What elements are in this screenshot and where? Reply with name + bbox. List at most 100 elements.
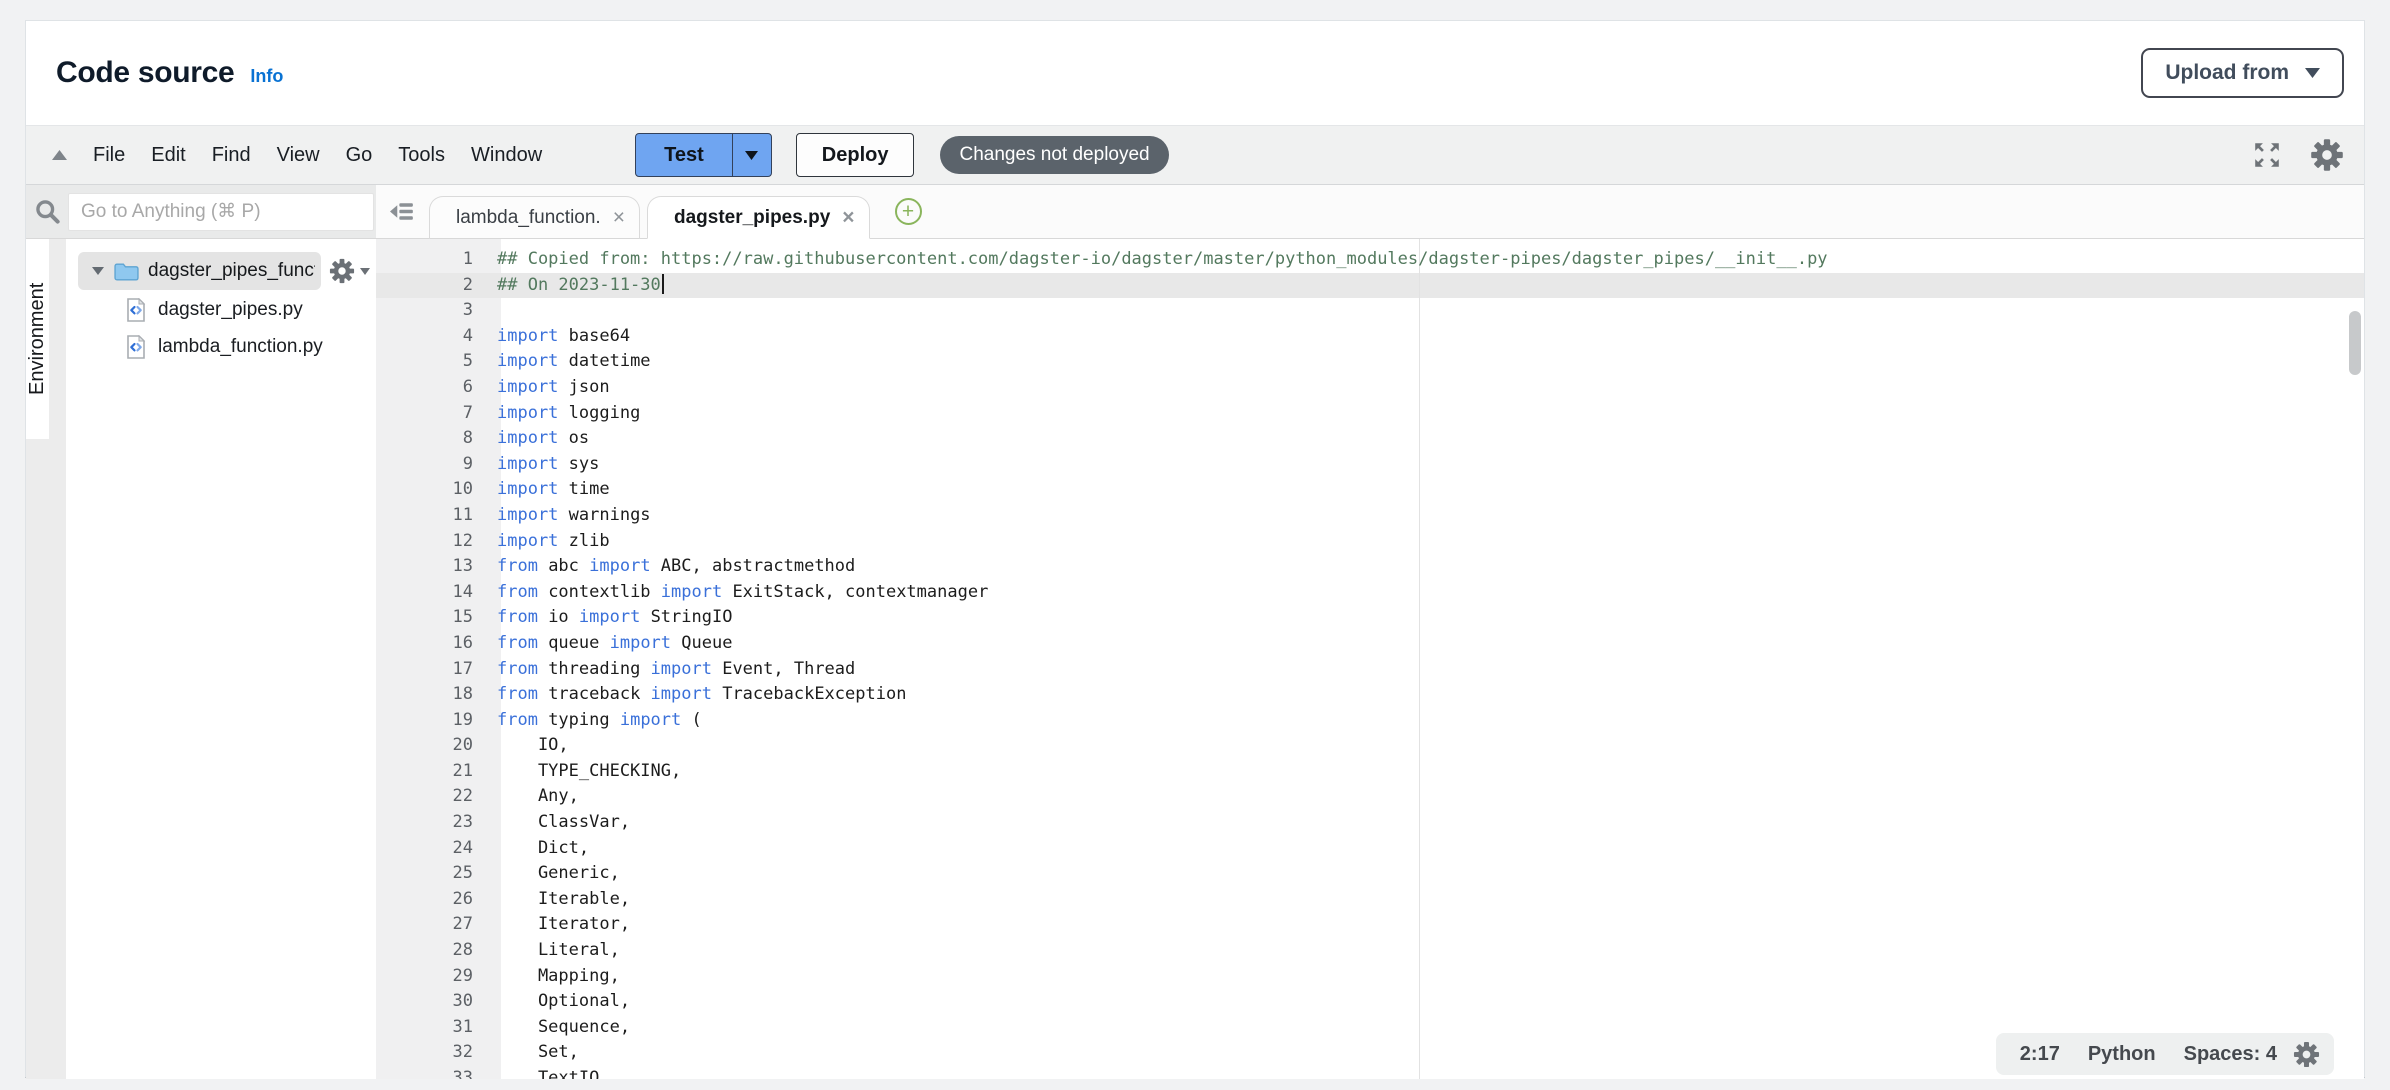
code-line[interactable]: 5import datetime bbox=[376, 349, 2364, 375]
code-line[interactable]: 23 ClassVar, bbox=[376, 810, 2364, 836]
vertical-scrollbar-thumb[interactable] bbox=[2349, 311, 2361, 375]
tree-file-lambda_function.py[interactable]: lambda_function.py bbox=[66, 328, 376, 365]
code-line[interactable]: 9import sys bbox=[376, 452, 2364, 478]
deploy-button-label: Deploy bbox=[822, 144, 889, 167]
collapse-up-icon bbox=[52, 150, 67, 160]
code-line[interactable]: 12import zlib bbox=[376, 529, 2364, 555]
code-line[interactable]: 15from io import StringIO bbox=[376, 605, 2364, 631]
code-line[interactable]: 3 bbox=[376, 298, 2364, 324]
code-line[interactable]: 1## Copied from: https://raw.githubuserc… bbox=[376, 247, 2364, 273]
cursor-position-status[interactable]: 2:17 bbox=[2006, 1043, 2074, 1066]
folder-disclosure-icon[interactable] bbox=[86, 267, 110, 275]
line-number: 5 bbox=[376, 349, 487, 375]
code-line[interactable]: 18from traceback import TracebackExcepti… bbox=[376, 682, 2364, 708]
tab-close-icon[interactable]: × bbox=[842, 207, 854, 228]
line-content: import logging bbox=[487, 401, 640, 427]
code-line[interactable]: 14from contextlib import ExitStack, cont… bbox=[376, 580, 2364, 606]
new-tab-button[interactable]: + bbox=[895, 198, 922, 225]
code-line[interactable]: 10import time bbox=[376, 477, 2364, 503]
settings-gear-icon[interactable] bbox=[2310, 138, 2344, 172]
line-number: 7 bbox=[376, 401, 487, 427]
line-content: import os bbox=[487, 426, 589, 452]
line-content: ## On 2023-11-30 bbox=[487, 273, 664, 299]
menu-go[interactable]: Go bbox=[333, 144, 386, 167]
line-number: 8 bbox=[376, 426, 487, 452]
code-line[interactable]: 7import logging bbox=[376, 401, 2364, 427]
tab-environment[interactable]: Environment bbox=[26, 239, 49, 439]
line-number: 13 bbox=[376, 554, 487, 580]
line-content: from io import StringIO bbox=[487, 605, 732, 631]
editor-tab-dagster_pipes.py[interactable]: dagster_pipes.py× bbox=[647, 196, 870, 239]
code-line[interactable]: 29 Mapping, bbox=[376, 964, 2364, 990]
menu-tools[interactable]: Tools bbox=[385, 144, 458, 167]
deploy-button[interactable]: Deploy bbox=[796, 133, 915, 177]
line-number: 25 bbox=[376, 861, 487, 887]
language-mode-status[interactable]: Python bbox=[2074, 1043, 2170, 1066]
code-line[interactable]: 22 Any, bbox=[376, 784, 2364, 810]
line-number: 19 bbox=[376, 708, 487, 734]
line-content: TYPE_CHECKING, bbox=[487, 759, 681, 785]
line-number: 16 bbox=[376, 631, 487, 657]
code-line[interactable]: 24 Dict, bbox=[376, 836, 2364, 862]
info-link[interactable]: Info bbox=[250, 66, 283, 87]
tree-folder-selected[interactable]: dagster_pipes_funct bbox=[78, 252, 321, 290]
search-strip bbox=[26, 185, 376, 239]
collapse-panel-button[interactable] bbox=[38, 150, 80, 160]
page-title: Code source bbox=[56, 56, 234, 90]
line-number: 29 bbox=[376, 964, 487, 990]
menu-view[interactable]: View bbox=[264, 144, 333, 167]
code-line[interactable]: 13from abc import ABC, abstractmethod bbox=[376, 554, 2364, 580]
line-content: Mapping, bbox=[487, 964, 620, 990]
folder-icon bbox=[110, 262, 142, 281]
code-line[interactable]: 25 Generic, bbox=[376, 861, 2364, 887]
line-number: 3 bbox=[376, 298, 487, 324]
tree-file-dagster_pipes.py[interactable]: dagster_pipes.py bbox=[66, 291, 376, 328]
line-content: import time bbox=[487, 477, 610, 503]
goto-anything-input[interactable] bbox=[68, 193, 374, 231]
upload-from-button[interactable]: Upload from bbox=[2141, 48, 2344, 98]
menu-find[interactable]: Find bbox=[199, 144, 264, 167]
code-lines: 1## Copied from: https://raw.githubuserc… bbox=[376, 239, 2364, 1079]
line-content: Iterable, bbox=[487, 887, 630, 913]
code-line[interactable]: 2## On 2023-11-30 bbox=[376, 273, 2364, 299]
code-line[interactable]: 19from typing import ( bbox=[376, 708, 2364, 734]
line-content: import datetime bbox=[487, 349, 651, 375]
tab-list-icon[interactable] bbox=[390, 200, 417, 223]
tree-folder-row[interactable]: dagster_pipes_funct bbox=[66, 251, 376, 291]
line-content: from contextlib import ExitStack, contex… bbox=[487, 580, 988, 606]
editor-tab-lambda_function[interactable]: lambda_function.× bbox=[429, 196, 640, 239]
code-line[interactable]: 20 IO, bbox=[376, 733, 2364, 759]
text-cursor bbox=[662, 274, 664, 294]
code-line[interactable]: 21 TYPE_CHECKING, bbox=[376, 759, 2364, 785]
menu-edit[interactable]: Edit bbox=[138, 144, 198, 167]
code-editor[interactable]: 1## Copied from: https://raw.githubuserc… bbox=[376, 239, 2364, 1079]
code-line[interactable]: 30 Optional, bbox=[376, 989, 2364, 1015]
code-line[interactable]: 27 Iterator, bbox=[376, 912, 2364, 938]
line-number: 32 bbox=[376, 1040, 487, 1066]
line-number: 23 bbox=[376, 810, 487, 836]
folder-settings-gear-icon[interactable] bbox=[329, 258, 370, 284]
test-button[interactable]: Test bbox=[635, 133, 772, 177]
code-line[interactable]: 6import json bbox=[376, 375, 2364, 401]
code-line[interactable]: 17from threading import Event, Thread bbox=[376, 657, 2364, 683]
line-content: from traceback import TracebackException bbox=[487, 682, 906, 708]
menu-window[interactable]: Window bbox=[458, 144, 555, 167]
code-line[interactable]: 8import os bbox=[376, 426, 2364, 452]
tab-close-icon[interactable]: × bbox=[613, 207, 625, 228]
indentation-status[interactable]: Spaces: 4 bbox=[2170, 1043, 2291, 1066]
status-bar-gear-icon[interactable] bbox=[2293, 1041, 2320, 1068]
line-content: import warnings bbox=[487, 503, 651, 529]
fullscreen-icon[interactable] bbox=[2252, 140, 2282, 170]
line-number: 2 bbox=[376, 273, 487, 299]
code-line[interactable]: 28 Literal, bbox=[376, 938, 2364, 964]
code-line[interactable]: 4import base64 bbox=[376, 324, 2364, 350]
code-line[interactable]: 26 Iterable, bbox=[376, 887, 2364, 913]
test-dropdown-button[interactable] bbox=[733, 134, 771, 176]
menu-file[interactable]: File bbox=[80, 144, 138, 167]
line-number: 15 bbox=[376, 605, 487, 631]
line-content: import sys bbox=[487, 452, 599, 478]
code-line[interactable]: 11import warnings bbox=[376, 503, 2364, 529]
line-number: 21 bbox=[376, 759, 487, 785]
code-line[interactable]: 16from queue import Queue bbox=[376, 631, 2364, 657]
test-button-label[interactable]: Test bbox=[636, 134, 733, 176]
